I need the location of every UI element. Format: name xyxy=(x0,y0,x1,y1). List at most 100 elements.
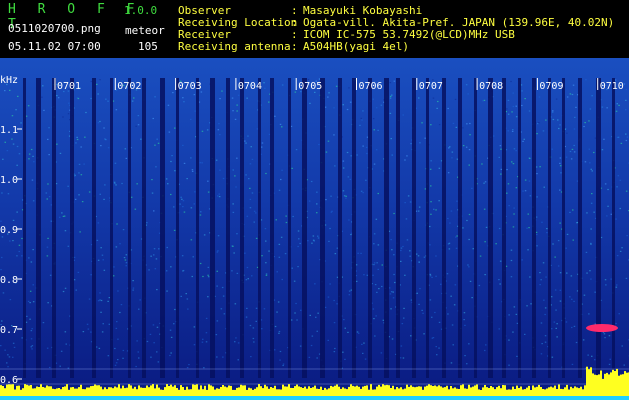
spectrum-bar xyxy=(400,387,402,396)
spectrum-bar xyxy=(218,388,220,396)
spectrum-bar xyxy=(534,387,536,396)
spectrum-bar xyxy=(180,385,182,396)
spectrum-bar xyxy=(170,384,172,396)
spectrum-bar xyxy=(302,388,304,396)
dark-stripe xyxy=(596,78,601,378)
app-version: 1.0.0 xyxy=(124,4,158,17)
time-tick-label: 0701 xyxy=(57,81,81,92)
spectrum-bar xyxy=(270,387,272,396)
dark-stripe xyxy=(458,78,462,378)
spectrum-bar xyxy=(542,389,544,396)
spectrum-bar xyxy=(260,386,262,396)
spectrum-bar xyxy=(324,387,326,396)
spectrum-bar xyxy=(616,368,618,396)
spectrum-bar xyxy=(62,387,64,396)
spectrum-bar xyxy=(50,386,52,396)
spectrum-bar xyxy=(382,384,384,396)
spectrum-bar xyxy=(250,388,252,396)
spectrum-bar xyxy=(346,389,348,396)
spectrum-bar xyxy=(366,385,368,396)
spectrum-bar xyxy=(96,385,98,396)
time-tick-label: 0707 xyxy=(419,81,443,92)
header-left-panel: H R O F F T 1.0.0 0511020700.png meteor … xyxy=(0,0,170,58)
dark-stripe xyxy=(502,78,506,378)
spectrum-bar xyxy=(422,389,424,396)
spectrum-bar xyxy=(626,372,628,396)
spectrum-bar xyxy=(554,385,556,396)
spectrum-bar xyxy=(80,384,82,396)
spectrum-bar xyxy=(372,389,374,396)
spectrum-bar xyxy=(332,386,334,396)
spectrum-bar xyxy=(570,386,572,396)
spectrum-bar xyxy=(212,386,214,396)
spectrum-bar xyxy=(40,384,42,396)
spectrum-bar xyxy=(166,384,168,396)
spectrum-bar xyxy=(176,388,178,396)
spectrum-bar xyxy=(156,384,158,396)
spectrum-bar xyxy=(202,389,204,396)
dark-stripe xyxy=(396,78,400,378)
spectrum-bar xyxy=(406,384,408,396)
spectrum-bar xyxy=(52,388,54,396)
dark-stripe xyxy=(226,78,230,378)
dark-stripe xyxy=(270,78,274,378)
dark-stripe xyxy=(196,78,199,378)
spectrum-bar xyxy=(528,385,530,396)
spectrum-bar xyxy=(348,386,350,396)
spectrum-bar xyxy=(280,389,282,396)
spectrum-bar xyxy=(238,387,240,396)
spectrum-bar xyxy=(476,384,478,396)
dark-stripe xyxy=(320,78,325,378)
spectrum-bar xyxy=(450,386,452,396)
spectrum-bar xyxy=(90,386,92,396)
spectrum-bar xyxy=(486,387,488,396)
spectrum-bar xyxy=(256,387,258,396)
dark-stripe xyxy=(288,78,291,378)
meteor-count: 105 xyxy=(138,40,158,53)
spectrum-bar xyxy=(430,385,432,396)
spectrum-bar xyxy=(120,388,122,396)
spectrum-bar xyxy=(290,387,292,396)
time-tick-label: 0710 xyxy=(600,81,624,92)
spectrum-bar xyxy=(464,388,466,396)
spectrum-bar xyxy=(392,385,394,396)
spectrum-bar xyxy=(520,386,522,396)
spectrum-bar xyxy=(424,386,426,396)
time-tick-label: 0708 xyxy=(479,81,503,92)
spectrum-bar xyxy=(344,388,346,396)
spectrum-bar xyxy=(94,384,96,396)
spectrum-bar xyxy=(334,385,336,396)
spectrum-bar xyxy=(236,387,238,396)
spectrum-bar xyxy=(294,386,296,396)
spectrum-bar xyxy=(264,384,266,396)
spectrum-bar xyxy=(116,387,118,396)
spectrum-bar xyxy=(214,389,216,396)
spectrum-bar xyxy=(18,385,20,396)
spectrum-bar xyxy=(246,389,248,396)
spectrum-bar xyxy=(552,387,554,396)
spectrum-bar xyxy=(70,387,72,396)
spectrum-bar xyxy=(618,375,620,396)
spectrum-bar xyxy=(546,388,548,396)
spectrum-bar xyxy=(396,387,398,396)
spectrum-bar xyxy=(510,389,512,396)
spectrum-bar xyxy=(556,389,558,396)
y-tick-label: 1.1 xyxy=(0,125,18,136)
spectrum-bar xyxy=(498,385,500,396)
spectrum-bar xyxy=(358,386,360,396)
spectrum-bar xyxy=(614,371,616,396)
spectrum-bar xyxy=(530,390,532,396)
dark-stripe xyxy=(532,78,536,378)
spectrum-bar xyxy=(394,389,396,396)
spectrum-bar xyxy=(234,389,236,396)
spectrum-bar xyxy=(8,384,10,396)
spectrum-bar xyxy=(512,386,514,396)
spectrum-bar xyxy=(160,389,162,396)
spectrum-bar xyxy=(88,387,90,396)
spectrum-bar xyxy=(48,386,50,396)
spectrum-bar xyxy=(114,386,116,396)
spectrum-bar xyxy=(154,388,156,396)
spectrum-bar xyxy=(108,387,110,396)
spectrum-bar xyxy=(572,388,574,396)
spectrum-bar xyxy=(286,386,288,396)
